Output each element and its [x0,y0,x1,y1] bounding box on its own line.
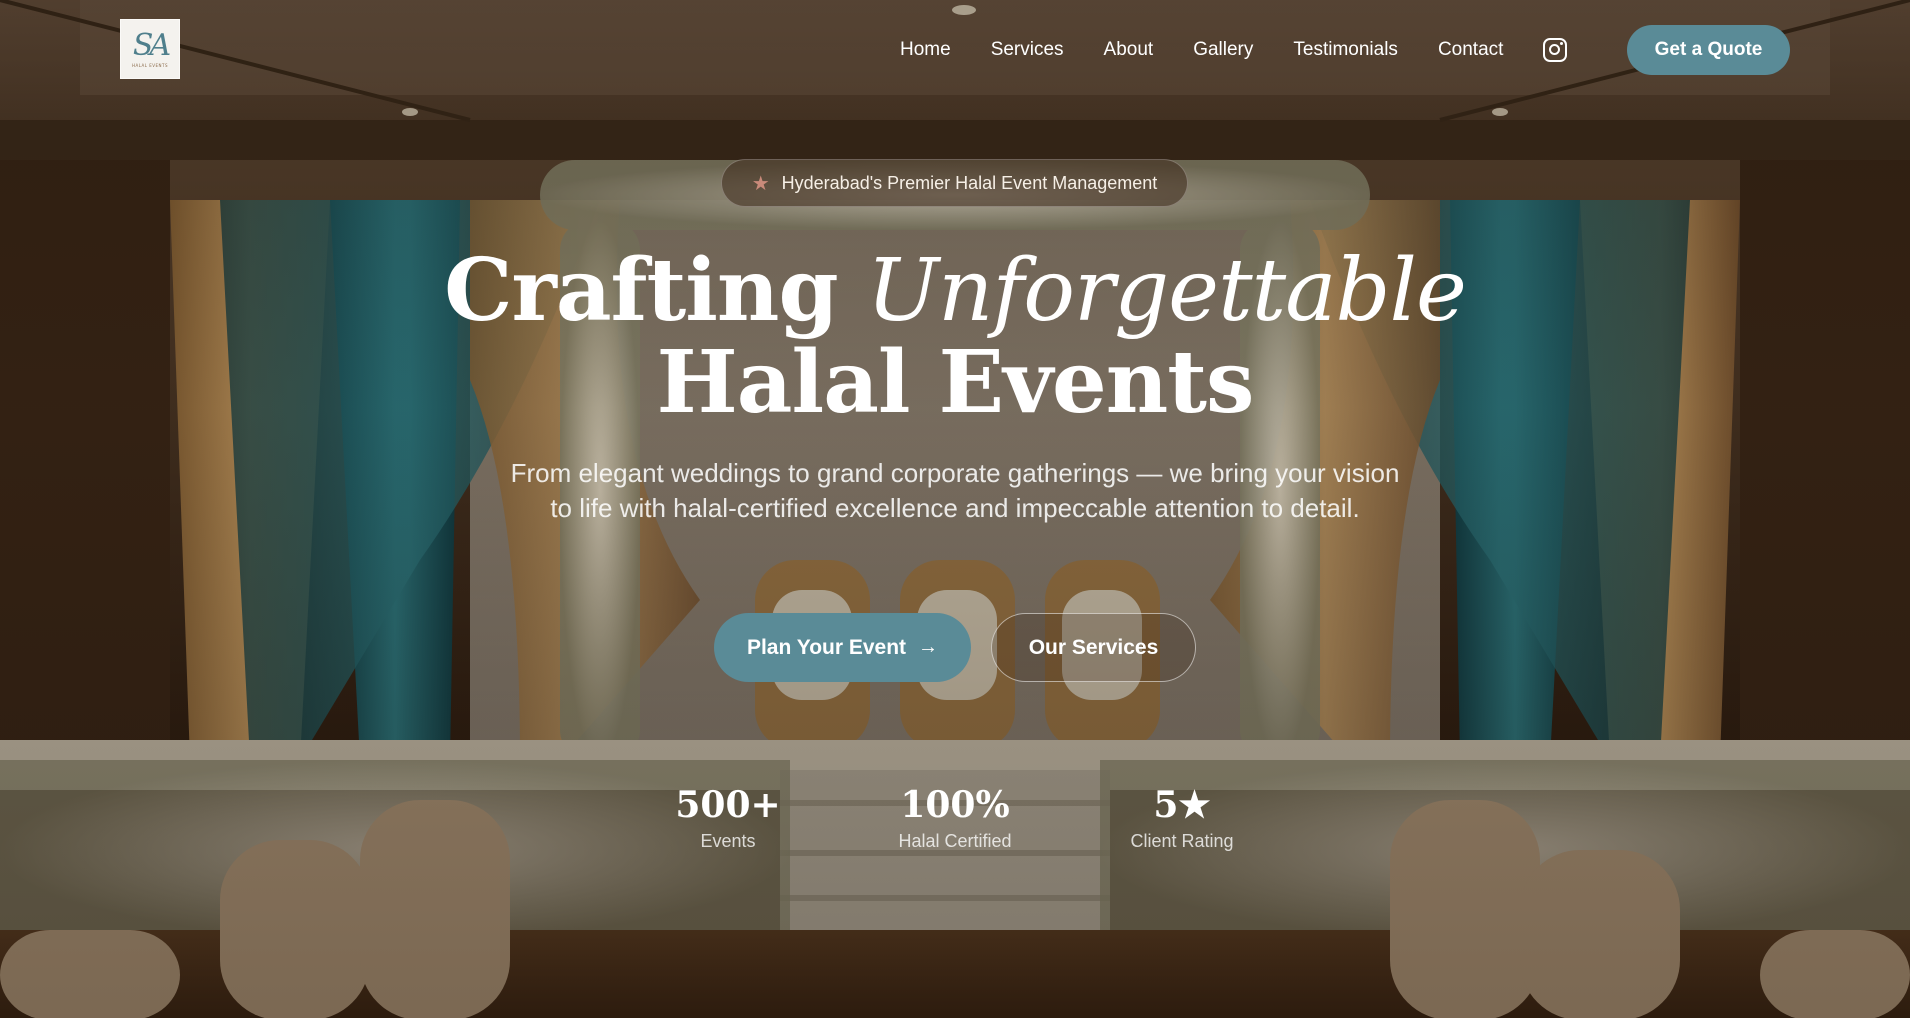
stat-events: 500+ Events [628,785,828,852]
headline-line1-accent: Unforgettable [866,241,1467,341]
stat-value: 500+ [675,784,781,826]
arrow-right-icon: → [918,636,939,658]
nav-link-contact[interactable]: Contact [1438,39,1503,61]
hero-headline: Crafting Unforgettable Halal Events [355,245,1555,429]
stat-client-rating: 5★ Client Rating [1082,785,1282,852]
star-icon: ★ [751,172,770,195]
nav-link-gallery[interactable]: Gallery [1193,39,1253,61]
get-quote-button[interactable]: Get a Quote [1627,25,1790,75]
headline-line1-plain: Crafting [444,240,867,341]
logo-subtext: HALAL EVENTS [131,62,169,68]
nav-link-testimonials[interactable]: Testimonials [1293,39,1398,61]
hero-subtext: From elegant weddings to grand corporate… [510,458,1400,523]
nav-link-services[interactable]: Services [991,39,1064,61]
plan-event-button[interactable]: Plan Your Event → [714,613,971,682]
logo-mark: SA [132,27,171,63]
nav-link-home[interactable]: Home [900,39,951,61]
main-nav: Home Services About Gallery Testimonials… [900,25,1619,75]
hero-badge: ★ Hyderabad's Premier Halal Event Manage… [721,159,1188,207]
plan-event-label: Plan Your Event [746,635,907,659]
stat-label: Events [700,831,756,851]
nav-link-about[interactable]: About [1104,39,1154,61]
stat-label: Client Rating [1130,831,1234,851]
stat-value: 5★ [1153,784,1211,826]
badge-text: Hyderabad's Premier Halal Event Manageme… [781,172,1158,193]
hero-section: SA HALAL EVENTS Home Services About Gall… [0,0,1910,1018]
headline-line2: Halal Events [656,332,1255,433]
stat-halal-certified: 100% Halal Certified [855,785,1055,852]
site-logo[interactable]: SA HALAL EVENTS [120,19,180,79]
stat-value: 100% [900,784,1010,826]
our-services-button[interactable]: Our Services [991,613,1196,682]
stat-label: Halal Certified [898,831,1012,851]
instagram-icon[interactable] [1543,38,1568,62]
